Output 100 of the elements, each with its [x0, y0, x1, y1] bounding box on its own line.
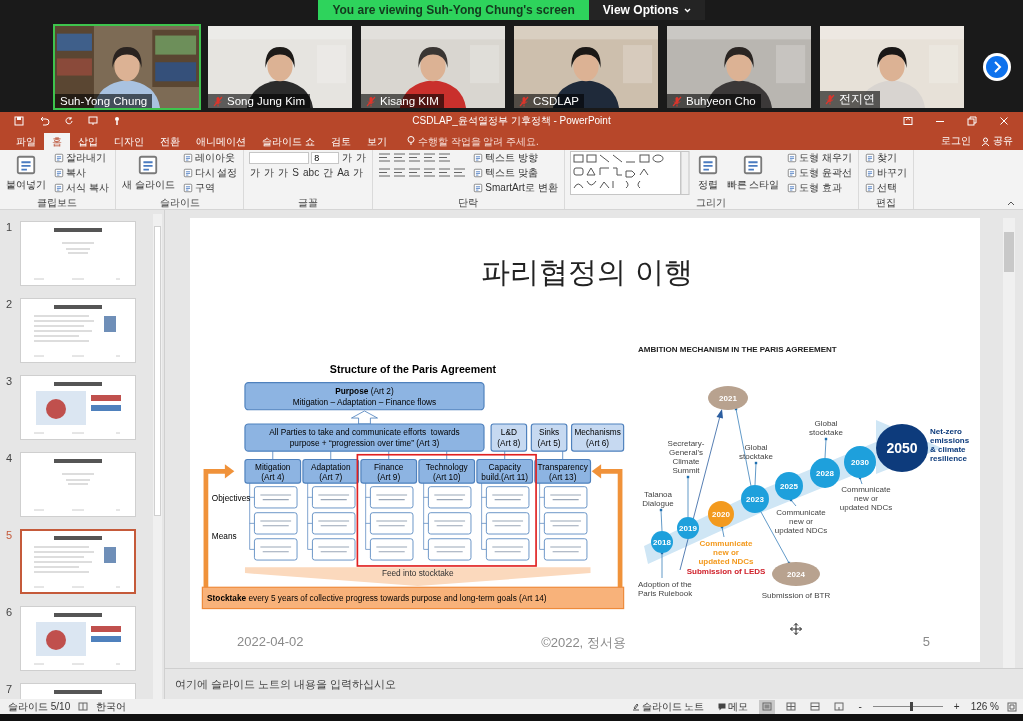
font-size-field[interactable]: 8	[311, 151, 340, 164]
ribbon-button[interactable]: 도형 채우기	[786, 150, 854, 165]
lines-icon[interactable]	[438, 152, 452, 164]
ribbon-button[interactable]: 붙여넣기	[5, 150, 47, 195]
lines-icon[interactable]	[423, 152, 437, 164]
lines-icon[interactable]	[393, 167, 407, 179]
ribbon-button[interactable]: 도형 윤곽선	[786, 165, 854, 180]
format-button[interactable]: 가	[277, 165, 290, 180]
zoom-level[interactable]: 126 %	[970, 701, 999, 713]
view-button[interactable]	[759, 699, 776, 714]
ribbon-tab[interactable]: 검토	[322, 132, 359, 150]
share-button[interactable]: 공유	[981, 134, 1013, 149]
ribbon-button[interactable]: 서식 복사	[53, 180, 110, 195]
ribbon-tab[interactable]: 홈	[44, 132, 70, 150]
presentation-icon[interactable]	[88, 116, 98, 127]
video-tile[interactable]: Song Jung Kim	[206, 24, 354, 110]
comments-button[interactable]: 메모	[715, 699, 752, 714]
ribbon-button[interactable]: 빠른 스타일	[725, 150, 781, 195]
ribbon-button[interactable]: 바꾸기	[864, 165, 909, 180]
ribbon-button[interactable]: 텍스트 맞춤	[472, 165, 540, 180]
ribbon-button[interactable]: 도형 효과	[786, 180, 844, 195]
lines-icon[interactable]	[408, 152, 422, 164]
ribbon-button[interactable]: 잘라내기	[53, 150, 107, 165]
ribbon-button[interactable]: 찾기	[864, 150, 899, 165]
lines-icon[interactable]	[423, 167, 437, 179]
format-button[interactable]: 가	[355, 150, 368, 165]
leader-line	[686, 475, 690, 518]
zoom-out-button[interactable]: -	[855, 699, 865, 714]
ribbon-tab[interactable]: 파일	[8, 132, 44, 150]
year-marker: 2019	[677, 517, 699, 540]
video-tile[interactable]: Buhyeon Cho	[665, 24, 813, 110]
redo-icon[interactable]	[64, 116, 74, 127]
font-name-field[interactable]	[249, 151, 310, 164]
tell-me-field[interactable]: 수행할 작업을 알려 주세요.	[417, 135, 588, 147]
save-icon[interactable]	[14, 116, 24, 127]
scrollbar[interactable]	[153, 214, 162, 700]
view-options-button[interactable]: View Options	[588, 0, 705, 20]
restore-icon[interactable]	[967, 116, 977, 127]
ribbon-tab[interactable]: 애니메이션	[188, 132, 254, 150]
format-button[interactable]: 간	[322, 165, 335, 180]
comment-icon	[718, 702, 727, 711]
ribbon-button[interactable]: 새 슬라이드	[120, 150, 176, 195]
move-cursor-icon	[790, 623, 802, 636]
screen-share-banner: You are viewing Suh-Yong Chung's screen	[318, 0, 589, 20]
close-icon[interactable]	[999, 116, 1009, 127]
undo-icon[interactable]	[38, 116, 50, 127]
format-button[interactable]: 가	[352, 165, 365, 180]
next-page-button[interactable]	[983, 53, 1011, 81]
year-marker: 2025	[775, 472, 803, 501]
zoom-in-button[interactable]: +	[950, 699, 963, 714]
sign-in-link[interactable]: 로그인	[941, 134, 971, 149]
collapse-icon[interactable]	[1007, 201, 1015, 207]
video-tile[interactable]: Kisang KIM	[359, 24, 507, 110]
ribbon-tab[interactable]: 전환	[152, 132, 188, 150]
ribbon-button[interactable]: 정렬	[695, 150, 720, 195]
format-button[interactable]: 가	[341, 150, 354, 165]
tool-icon	[54, 167, 64, 178]
ribbon-tab[interactable]: 디자인	[106, 132, 152, 150]
ribbon-tab[interactable]: 삽입	[70, 132, 106, 150]
format-button[interactable]: Aa	[336, 165, 351, 180]
format-button[interactable]: abc	[302, 165, 321, 180]
ribbon-button[interactable]: 복사	[53, 165, 87, 180]
ribbon-button[interactable]: 구역	[181, 180, 216, 195]
ribbon-button[interactable]: 다시 설정	[181, 165, 239, 180]
column-header: Technology (Art 10)	[418, 459, 476, 484]
ribbon-button[interactable]: 레이아웃	[181, 150, 236, 165]
lines-icon[interactable]	[378, 152, 392, 164]
year-marker: 2024	[772, 562, 820, 587]
video-tile[interactable]: 전지연	[818, 24, 966, 110]
lines-icon[interactable]	[393, 152, 407, 164]
spellcheck-icon[interactable]	[78, 702, 89, 712]
slide-number: 5	[921, 634, 930, 652]
touch-icon[interactable]	[112, 116, 122, 127]
row-label: Means	[211, 531, 237, 541]
view-icon	[810, 702, 821, 712]
ribbon-tab[interactable]: 슬라이드 쇼	[254, 132, 323, 150]
fit-to-window-icon[interactable]	[1007, 701, 1017, 712]
group-label: 글꼴	[297, 196, 320, 210]
video-tile[interactable]: Suh-Yong Chung	[53, 24, 201, 110]
lines-icon[interactable]	[453, 167, 467, 179]
ribbon-button[interactable]: SmartArt로 변환	[472, 180, 559, 195]
lines-icon[interactable]	[438, 167, 452, 179]
notes-button[interactable]: 슬라이드 노트	[628, 699, 708, 714]
shape-gallery[interactable]	[569, 150, 690, 195]
notes-field[interactable]: 여기에 슬라이드 노트의 내용을 입력하십시오	[173, 677, 577, 692]
video-tile[interactable]: CSDLAP	[512, 24, 660, 110]
ribbon-tab[interactable]: 보기	[358, 132, 395, 150]
ribbon-button[interactable]: 텍스트 방향	[472, 150, 540, 165]
purpose-box: Purpose (Art 2) Mitigation – Adaptation – Finance flows	[244, 382, 485, 411]
ribbon-options-icon[interactable]	[903, 116, 913, 127]
format-button[interactable]: 가	[249, 165, 262, 180]
language-label[interactable]: 한국어	[96, 699, 127, 714]
participant-name: CSDLAP	[533, 95, 580, 107]
lines-icon[interactable]	[408, 167, 422, 179]
slider-thumb[interactable]	[910, 702, 914, 712]
format-button[interactable]: 가	[263, 165, 276, 180]
scrollbar[interactable]	[1003, 218, 1015, 669]
lines-icon[interactable]	[378, 167, 392, 179]
ribbon-button[interactable]: 선택	[864, 180, 899, 195]
format-button[interactable]: S	[291, 165, 300, 180]
